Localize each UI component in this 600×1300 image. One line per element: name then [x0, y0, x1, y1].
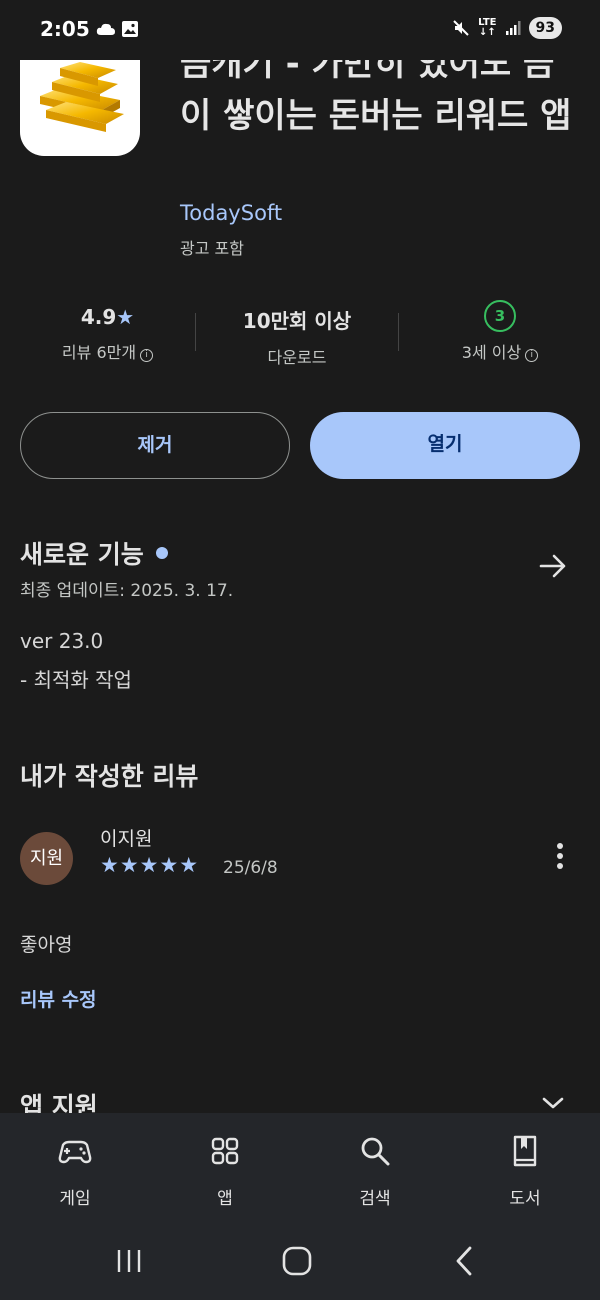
downloads-value: 10만회 이상 — [242, 309, 352, 333]
nav-apps[interactable]: 앱 — [150, 1113, 300, 1228]
cloud-icon — [96, 23, 115, 35]
age-label: 3세 이상 — [461, 343, 522, 362]
open-button[interactable]: 열기 — [310, 412, 580, 479]
back-icon[interactable] — [452, 1245, 478, 1277]
nav-games[interactable]: 게임 — [0, 1113, 150, 1228]
stat-divider — [195, 313, 196, 351]
nav-label: 앱 — [217, 1189, 233, 1209]
apps-grid-icon — [211, 1137, 239, 1165]
age-label-row: 3세 이상 i — [400, 339, 600, 363]
update-date: 최종 업데이트: 2025. 3. 17. — [20, 581, 234, 601]
rating-value-row: 4.9★ — [20, 305, 195, 329]
signal-icon — [505, 21, 521, 35]
star-icon: ★ — [116, 305, 135, 329]
rating-stat[interactable]: 4.9★ 리뷰 6만개 i — [20, 305, 195, 363]
rating-value: 4.9 — [80, 305, 117, 329]
battery-indicator: 93 — [528, 17, 562, 39]
downloads-label: 다운로드 — [267, 348, 327, 367]
nav-label: 게임 — [59, 1189, 91, 1209]
release-note-line: - 최적화 작업 — [20, 668, 132, 692]
info-icon: i — [525, 349, 539, 362]
review-stars: ★★★★★ — [100, 853, 200, 877]
book-icon — [513, 1135, 537, 1167]
ads-label: 광고 포함 — [180, 239, 244, 258]
mute-icon — [453, 20, 469, 36]
nav-label: 도서 — [509, 1189, 541, 1209]
age-badge-row: 3 — [400, 300, 600, 332]
arrow-right-icon[interactable] — [538, 551, 568, 581]
gamepad-icon — [58, 1140, 92, 1164]
status-time: 2:05 — [40, 17, 90, 41]
chevron-down-icon[interactable] — [542, 1096, 564, 1110]
avatar: 지원 — [20, 832, 73, 885]
rating-label-row: 리뷰 6만개 i — [20, 339, 195, 363]
new-indicator-dot — [155, 547, 168, 559]
info-icon: i — [140, 349, 154, 362]
age-rating-stat[interactable]: 3 3세 이상 i — [400, 300, 600, 363]
recent-apps-icon[interactable] — [114, 1246, 144, 1276]
bottom-navigation: 게임 앱 검색 도서 — [0, 1113, 600, 1228]
nav-books[interactable]: 도서 — [450, 1113, 600, 1228]
home-icon[interactable] — [281, 1245, 313, 1277]
rating-count-label: 리뷰 6만개 — [61, 343, 137, 362]
developer-link[interactable]: TodaySoft — [180, 201, 282, 225]
lte-indicator: LTE ↓↑ — [478, 17, 497, 38]
system-navigation-bar — [0, 1228, 600, 1300]
review-date: 25/6/8 — [223, 858, 278, 878]
reviewer-name: 이지원 — [100, 828, 153, 850]
nav-search[interactable]: 검색 — [300, 1113, 450, 1228]
status-icons: LTE ↓↑ 93 — [452, 17, 562, 39]
age-rating-badge: 3 — [484, 300, 516, 332]
stat-divider — [398, 313, 399, 351]
network-type: LTE — [478, 17, 497, 28]
downloads-stat: 10만회 이상 다운로드 — [197, 305, 397, 368]
uninstall-button[interactable]: 제거 — [20, 412, 290, 479]
gallery-icon — [122, 21, 138, 37]
whats-new-header[interactable]: 새로운 기능 — [20, 535, 168, 571]
my-review-title: 내가 작성한 리뷰 — [20, 762, 199, 791]
search-icon — [361, 1137, 390, 1166]
release-note-line: ver 23.0 — [20, 629, 104, 653]
nav-label: 검색 — [359, 1189, 391, 1209]
status-bar: 2:05 LTE ↓↑ 93 — [0, 0, 600, 60]
review-text: 좋아영 — [20, 934, 73, 956]
edit-review-link[interactable]: 리뷰 수정 — [20, 985, 97, 1012]
whats-new-title: 새로운 기능 — [20, 540, 144, 569]
more-options-icon[interactable] — [549, 843, 571, 875]
